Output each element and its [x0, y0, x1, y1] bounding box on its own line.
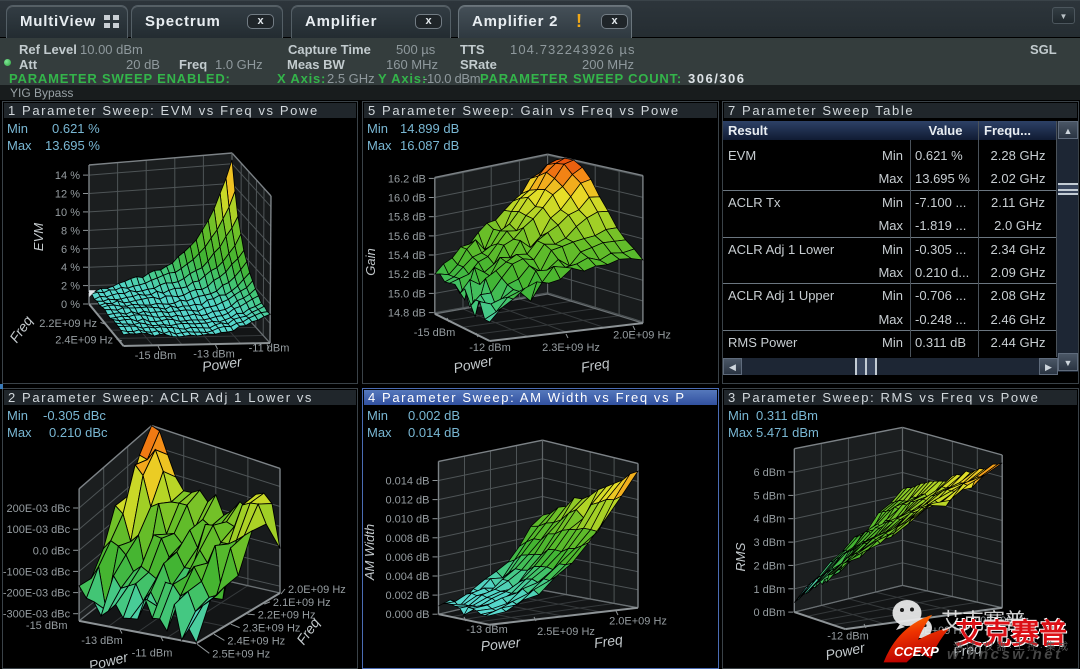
svg-text:0.002 dB: 0.002 dB	[385, 590, 429, 602]
svg-text:RMS: RMS	[733, 542, 748, 571]
svg-text:0.0 dBc: 0.0 dBc	[33, 545, 71, 557]
svg-text:-300E-03 dBc: -300E-03 dBc	[3, 609, 71, 621]
svg-text:2 %: 2 %	[61, 281, 80, 293]
svg-text:Freq: Freq	[580, 355, 611, 376]
svg-text:0.008 dB: 0.008 dB	[385, 533, 429, 545]
svg-text:10 %: 10 %	[55, 207, 80, 219]
svg-text:-13 dBm: -13 dBm	[466, 624, 508, 636]
svg-text:Freq: Freq	[6, 313, 36, 346]
svg-text:0.006 dB: 0.006 dB	[385, 552, 429, 564]
svg-text:Freq: Freq	[593, 631, 624, 651]
svg-text:Power: Power	[87, 648, 131, 668]
svg-text:4 dBm: 4 dBm	[754, 514, 786, 526]
svg-text:5 dBm: 5 dBm	[754, 490, 786, 502]
svg-text:EVM: EVM	[31, 223, 46, 251]
svg-text:1 dBm: 1 dBm	[754, 584, 786, 596]
svg-text:2.0E+09 Hz: 2.0E+09 Hz	[609, 616, 667, 628]
svg-text:15.0 dB: 15.0 dB	[388, 288, 426, 300]
svg-text:-200E-03 dBc: -200E-03 dBc	[3, 588, 71, 600]
svg-text:14 %: 14 %	[55, 170, 80, 182]
svg-text:0 dBm: 0 dBm	[754, 607, 786, 619]
svg-text:AM Width: AM Width	[363, 524, 377, 581]
svg-text:2.0E+09 Hz: 2.0E+09 Hz	[613, 330, 671, 342]
svg-text:0.000 dB: 0.000 dB	[385, 609, 429, 621]
svg-text:◤: ◤	[89, 288, 96, 298]
svg-text:-15 dBm: -15 dBm	[26, 620, 68, 632]
svg-text:2.5E+09 Hz: 2.5E+09 Hz	[212, 648, 270, 660]
svg-text:Power: Power	[824, 639, 867, 663]
svg-text:0.010 dB: 0.010 dB	[385, 514, 429, 526]
svg-text:-15 dBm: -15 dBm	[135, 350, 177, 362]
svg-text:2.0E+09 Hz: 2.0E+09 Hz	[288, 584, 346, 596]
svg-text:4 %: 4 %	[61, 262, 80, 274]
svg-text:15.6 dB: 15.6 dB	[388, 231, 426, 243]
svg-text:0.012 dB: 0.012 dB	[385, 495, 429, 507]
svg-text:16.2 dB: 16.2 dB	[388, 173, 426, 185]
svg-text:12 %: 12 %	[55, 189, 80, 201]
svg-text:2.5E+09 Hz: 2.5E+09 Hz	[537, 626, 595, 638]
svg-text:6 %: 6 %	[61, 244, 80, 256]
svg-text:200E-03 dBc: 200E-03 dBc	[6, 503, 70, 515]
svg-text:0 %: 0 %	[61, 299, 80, 311]
svg-text:0.014 dB: 0.014 dB	[385, 476, 429, 488]
svg-text:-13 dBm: -13 dBm	[81, 635, 123, 647]
svg-text:CCEXP: CCEXP	[894, 644, 939, 659]
svg-text:2.4E+09 Hz: 2.4E+09 Hz	[55, 335, 113, 347]
svg-text:100E-03 dBc: 100E-03 dBc	[6, 524, 70, 536]
svg-text:16.0 dB: 16.0 dB	[388, 193, 426, 205]
svg-text:3 dBm: 3 dBm	[754, 537, 786, 549]
svg-text:14.8 dB: 14.8 dB	[388, 308, 426, 320]
svg-text:2.2E+09 Hz: 2.2E+09 Hz	[39, 318, 97, 330]
svg-text:-100E-03 dBc: -100E-03 dBc	[3, 566, 71, 578]
svg-text:2 dBm: 2 dBm	[754, 560, 786, 572]
svg-text:15.4 dB: 15.4 dB	[388, 250, 426, 262]
svg-text:2.1E+09 Hz: 2.1E+09 Hz	[273, 597, 331, 609]
svg-text:Gain: Gain	[363, 248, 378, 275]
svg-text:2.4E+09 Hz: 2.4E+09 Hz	[227, 635, 285, 647]
svg-text:6 dBm: 6 dBm	[754, 467, 786, 479]
svg-text:-11 dBm: -11 dBm	[132, 648, 173, 660]
svg-text:-15 dBm: -15 dBm	[414, 327, 456, 339]
svg-text:0.004 dB: 0.004 dB	[385, 571, 429, 583]
svg-text:2.3E+09 Hz: 2.3E+09 Hz	[542, 342, 600, 354]
svg-text:2.3E+09 Hz: 2.3E+09 Hz	[243, 623, 301, 635]
svg-text:8 %: 8 %	[61, 225, 80, 237]
svg-text:Power: Power	[480, 634, 522, 654]
svg-text:15.2 dB: 15.2 dB	[388, 269, 426, 281]
svg-text:15.8 dB: 15.8 dB	[388, 212, 426, 224]
svg-text:Power: Power	[452, 352, 495, 376]
